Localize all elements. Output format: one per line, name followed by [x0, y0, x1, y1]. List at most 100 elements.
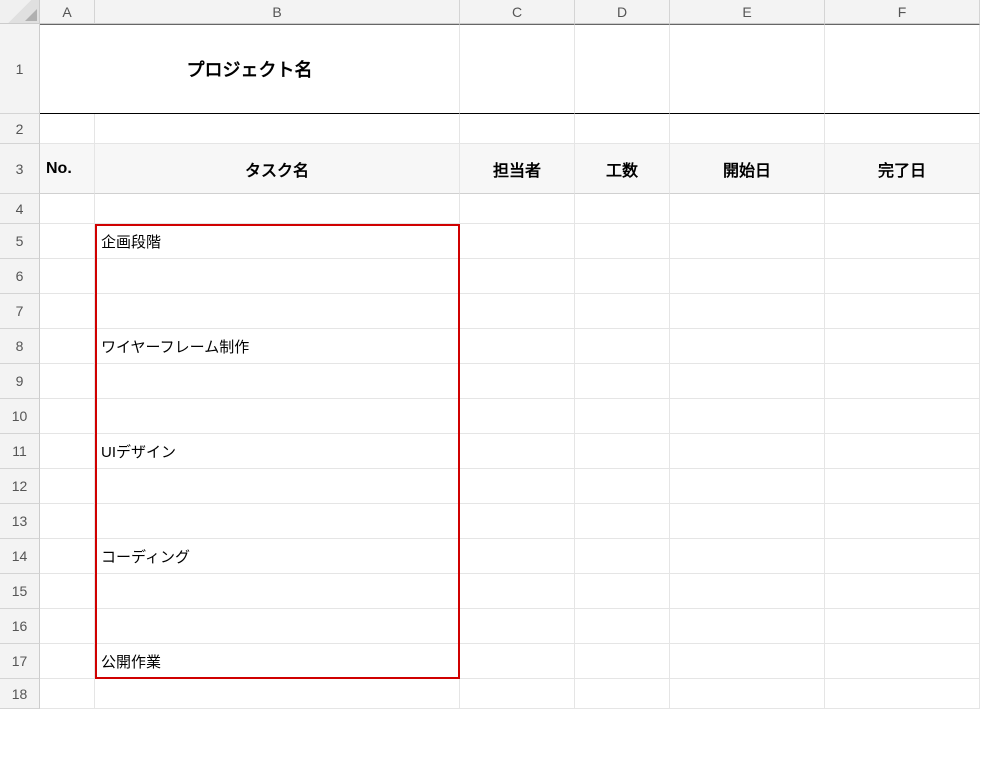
cell-C17[interactable] — [460, 644, 575, 679]
cell-C11[interactable] — [460, 434, 575, 469]
cell-E7[interactable] — [670, 294, 825, 329]
cell-F4[interactable] — [825, 194, 980, 224]
cell-F9[interactable] — [825, 364, 980, 399]
row-header-9[interactable]: 9 — [0, 364, 40, 399]
row-header-17[interactable]: 17 — [0, 644, 40, 679]
cell-F14[interactable] — [825, 539, 980, 574]
row-header-3[interactable]: 3 — [0, 144, 40, 194]
header-end-date[interactable]: 完了日 — [825, 144, 980, 194]
cell-F11[interactable] — [825, 434, 980, 469]
cell-D16[interactable] — [575, 609, 670, 644]
cell-E10[interactable] — [670, 399, 825, 434]
cell-F15[interactable] — [825, 574, 980, 609]
cell-F6[interactable] — [825, 259, 980, 294]
cell-A18[interactable] — [40, 679, 95, 709]
select-all-corner[interactable] — [0, 0, 40, 24]
header-effort[interactable]: 工数 — [575, 144, 670, 194]
cell-B12[interactable] — [95, 469, 460, 504]
cell-C12[interactable] — [460, 469, 575, 504]
cell-E16[interactable] — [670, 609, 825, 644]
row-header-18[interactable]: 18 — [0, 679, 40, 709]
cell-B9[interactable] — [95, 364, 460, 399]
cell-B17[interactable]: 公開作業 — [95, 644, 460, 679]
cell-E6[interactable] — [670, 259, 825, 294]
row-header-11[interactable]: 11 — [0, 434, 40, 469]
cell-C16[interactable] — [460, 609, 575, 644]
cell-D15[interactable] — [575, 574, 670, 609]
cell-C8[interactable] — [460, 329, 575, 364]
cell-A11[interactable] — [40, 434, 95, 469]
cell-B16[interactable] — [95, 609, 460, 644]
cell-C7[interactable] — [460, 294, 575, 329]
cell-D17[interactable] — [575, 644, 670, 679]
row-header-5[interactable]: 5 — [0, 224, 40, 259]
cell-E8[interactable] — [670, 329, 825, 364]
row-header-8[interactable]: 8 — [0, 329, 40, 364]
project-name-label[interactable]: プロジェクト名 — [40, 24, 460, 114]
cell-B8[interactable]: ワイヤーフレーム制作 — [95, 329, 460, 364]
cell-E1[interactable] — [670, 24, 825, 114]
cell-B18[interactable] — [95, 679, 460, 709]
row-header-1[interactable]: 1 — [0, 24, 40, 114]
row-header-7[interactable]: 7 — [0, 294, 40, 329]
row-header-16[interactable]: 16 — [0, 609, 40, 644]
cell-D8[interactable] — [575, 329, 670, 364]
cell-C6[interactable] — [460, 259, 575, 294]
cell-A12[interactable] — [40, 469, 95, 504]
row-header-6[interactable]: 6 — [0, 259, 40, 294]
cell-B5[interactable]: 企画段階 — [95, 224, 460, 259]
row-header-10[interactable]: 10 — [0, 399, 40, 434]
cell-E12[interactable] — [670, 469, 825, 504]
cell-B6[interactable] — [95, 259, 460, 294]
col-header-F[interactable]: F — [825, 0, 980, 24]
cell-A16[interactable] — [40, 609, 95, 644]
cell-A6[interactable] — [40, 259, 95, 294]
cell-D4[interactable] — [575, 194, 670, 224]
row-header-12[interactable]: 12 — [0, 469, 40, 504]
cell-D18[interactable] — [575, 679, 670, 709]
row-header-13[interactable]: 13 — [0, 504, 40, 539]
cell-C10[interactable] — [460, 399, 575, 434]
cell-B13[interactable] — [95, 504, 460, 539]
cell-E2[interactable] — [670, 114, 825, 144]
cell-B14[interactable]: コーディング — [95, 539, 460, 574]
col-header-A[interactable]: A — [40, 0, 95, 24]
cell-C13[interactable] — [460, 504, 575, 539]
cell-D13[interactable] — [575, 504, 670, 539]
cell-A8[interactable] — [40, 329, 95, 364]
cell-C14[interactable] — [460, 539, 575, 574]
cell-A10[interactable] — [40, 399, 95, 434]
cell-C5[interactable] — [460, 224, 575, 259]
cell-E5[interactable] — [670, 224, 825, 259]
cell-B7[interactable] — [95, 294, 460, 329]
cell-E14[interactable] — [670, 539, 825, 574]
cell-A5[interactable] — [40, 224, 95, 259]
cell-A9[interactable] — [40, 364, 95, 399]
cell-D10[interactable] — [575, 399, 670, 434]
cell-F8[interactable] — [825, 329, 980, 364]
cell-D12[interactable] — [575, 469, 670, 504]
cell-A17[interactable] — [40, 644, 95, 679]
cell-D6[interactable] — [575, 259, 670, 294]
cell-E11[interactable] — [670, 434, 825, 469]
cell-F5[interactable] — [825, 224, 980, 259]
cell-B2[interactable] — [95, 114, 460, 144]
cell-C9[interactable] — [460, 364, 575, 399]
cell-F7[interactable] — [825, 294, 980, 329]
cell-E18[interactable] — [670, 679, 825, 709]
cell-A2[interactable] — [40, 114, 95, 144]
cell-C1[interactable] — [460, 24, 575, 114]
cell-F1[interactable] — [825, 24, 980, 114]
col-header-B[interactable]: B — [95, 0, 460, 24]
cell-B4[interactable] — [95, 194, 460, 224]
cell-C18[interactable] — [460, 679, 575, 709]
row-header-15[interactable]: 15 — [0, 574, 40, 609]
cell-C4[interactable] — [460, 194, 575, 224]
cell-D1[interactable] — [575, 24, 670, 114]
cell-C2[interactable] — [460, 114, 575, 144]
col-header-C[interactable]: C — [460, 0, 575, 24]
cell-F16[interactable] — [825, 609, 980, 644]
cell-F2[interactable] — [825, 114, 980, 144]
cell-F18[interactable] — [825, 679, 980, 709]
cell-A14[interactable] — [40, 539, 95, 574]
